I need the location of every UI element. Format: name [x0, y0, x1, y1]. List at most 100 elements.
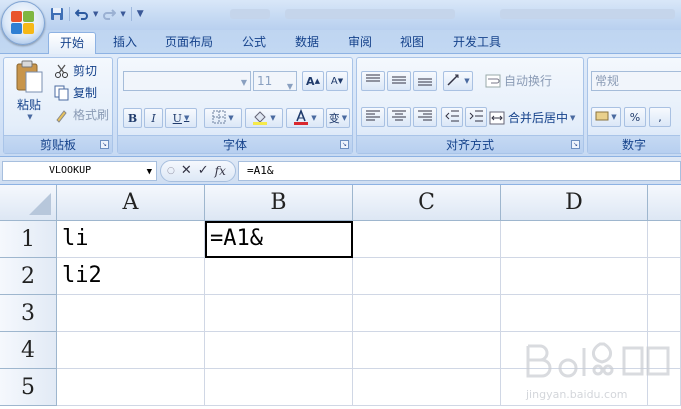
select-all-button[interactable]	[0, 185, 57, 221]
customize-qat-icon[interactable]: ▼	[137, 9, 144, 19]
name-box-dropdown-icon[interactable]: ▼	[147, 163, 152, 181]
font-name-combo[interactable]: ▼	[123, 71, 251, 91]
cell-e1[interactable]	[648, 221, 681, 258]
cell-c1[interactable]	[353, 221, 501, 258]
phonetic-button[interactable]: 变 ▼	[326, 108, 350, 128]
cancel-icon[interactable]: ✕	[181, 164, 192, 178]
tab-home[interactable]: 开始	[48, 32, 96, 55]
fill-color-button[interactable]: ▼	[245, 108, 283, 128]
row-header-3[interactable]: 3	[0, 295, 57, 332]
paste-icon	[16, 60, 43, 93]
font-size-combo[interactable]: 11 ▼	[253, 71, 297, 91]
copy-button[interactable]: 复制	[54, 84, 97, 101]
cell-d1[interactable]	[501, 221, 648, 258]
cell-b2[interactable]	[205, 258, 353, 295]
office-button[interactable]	[1, 1, 45, 45]
alignment-launcher-icon[interactable]: ↘	[571, 140, 580, 149]
undo-icon[interactable]	[73, 5, 91, 23]
underline-button[interactable]: U ▼	[165, 108, 197, 128]
increase-font-button[interactable]: A ▲	[302, 71, 324, 91]
percent-icon: %	[629, 110, 641, 124]
tab-page-layout[interactable]: 页面布局	[158, 32, 220, 54]
cell-d4[interactable]	[501, 332, 648, 369]
cell-d5[interactable]	[501, 369, 648, 406]
tab-review[interactable]: 审阅	[338, 32, 382, 54]
cell-a3[interactable]	[57, 295, 205, 332]
column-header-e[interactable]	[648, 185, 681, 221]
cell-a5[interactable]	[57, 369, 205, 406]
row-header-4[interactable]: 4	[0, 332, 57, 369]
undo-dropdown-icon[interactable]: ▼	[93, 10, 98, 18]
row-header-5[interactable]: 5	[0, 369, 57, 406]
cell-b1[interactable]: =A1&	[205, 221, 353, 258]
redo-dropdown-icon[interactable]: ▼	[120, 10, 125, 18]
align-bottom-button[interactable]	[413, 71, 437, 91]
cell-b4[interactable]	[205, 332, 353, 369]
wrap-text-button[interactable]: 自动换行	[485, 72, 552, 89]
paste-button[interactable]: 粘贴 ▼	[8, 60, 50, 130]
bold-button[interactable]: B	[123, 108, 142, 128]
format-painter-label: 格式刷	[73, 108, 110, 122]
tab-data[interactable]: 数据	[285, 32, 329, 54]
redo-icon[interactable]	[100, 5, 118, 23]
clipboard-launcher-icon[interactable]: ↘	[100, 140, 109, 149]
tab-formulas[interactable]: 公式	[232, 32, 276, 54]
cell-b5[interactable]	[205, 369, 353, 406]
enter-icon[interactable]: ✓	[198, 164, 209, 178]
cell-c4[interactable]	[353, 332, 501, 369]
font-color-button[interactable]: ▼	[286, 108, 324, 128]
clipboard-group: 粘贴 ▼ 剪切 复制 格式刷 剪贴板 ↘	[3, 57, 113, 154]
borders-button[interactable]: ▼	[204, 108, 242, 128]
column-header-b[interactable]: B	[205, 185, 353, 221]
scissors-icon	[54, 63, 70, 79]
save-icon[interactable]	[48, 5, 66, 23]
accounting-format-button[interactable]: ▼	[591, 107, 621, 127]
row-header-1[interactable]: 1	[0, 221, 57, 258]
office-logo-icon	[11, 11, 35, 35]
tab-view[interactable]: 视图	[390, 32, 434, 54]
format-painter-button[interactable]: 格式刷	[54, 106, 109, 123]
name-box[interactable]: VLOOKUP ▼	[2, 161, 157, 181]
column-header-d[interactable]: D	[501, 185, 648, 221]
cell-d2[interactable]	[501, 258, 648, 295]
orientation-button[interactable]: ▼	[443, 71, 473, 91]
cell-a4[interactable]	[57, 332, 205, 369]
percent-button[interactable]: %	[624, 107, 646, 127]
align-left-button[interactable]	[361, 107, 385, 127]
cell-b3[interactable]	[205, 295, 353, 332]
insert-function-icon[interactable]: fx	[215, 164, 226, 178]
cell-a1[interactable]: li	[57, 221, 205, 258]
decrease-font-icon: A	[330, 75, 338, 87]
cell-c5[interactable]	[353, 369, 501, 406]
tab-developer[interactable]: 开发工具	[444, 32, 510, 54]
align-top-button[interactable]	[361, 71, 385, 91]
cell-c3[interactable]	[353, 295, 501, 332]
alignment-group-title: 对齐方式	[357, 135, 583, 153]
increase-indent-button[interactable]	[465, 107, 487, 127]
merge-center-button[interactable]: 合并后居中 ▼	[489, 109, 575, 126]
number-format-combo[interactable]: 常规	[591, 71, 681, 91]
cut-button[interactable]: 剪切	[54, 62, 97, 79]
row-header-2[interactable]: 2	[0, 258, 57, 295]
align-middle-button[interactable]	[387, 71, 411, 91]
cell-e3[interactable]	[648, 295, 681, 332]
cell-e5[interactable]	[648, 369, 681, 406]
align-right-button[interactable]	[413, 107, 437, 127]
cell-c2[interactable]	[353, 258, 501, 295]
tab-insert[interactable]: 插入	[103, 32, 147, 54]
column-header-a[interactable]: A	[57, 185, 205, 221]
font-launcher-icon[interactable]: ↘	[340, 140, 349, 149]
comma-button[interactable]: ,	[649, 107, 671, 127]
align-center-button[interactable]	[387, 107, 411, 127]
decrease-indent-button[interactable]	[441, 107, 463, 127]
cell-a2[interactable]: li2	[57, 258, 205, 295]
italic-button[interactable]: I	[144, 108, 163, 128]
cell-e4[interactable]	[648, 332, 681, 369]
formula-input[interactable]: =A1&	[238, 161, 681, 181]
column-header-c[interactable]: C	[353, 185, 501, 221]
cell-d3[interactable]	[501, 295, 648, 332]
paste-dropdown-icon[interactable]: ▼	[27, 113, 32, 121]
cell-e2[interactable]	[648, 258, 681, 295]
ribbon-tabs: 开始 插入 页面布局 公式 数据 审阅 视图 开发工具	[0, 30, 681, 55]
decrease-font-button[interactable]: A ▼	[326, 71, 348, 91]
